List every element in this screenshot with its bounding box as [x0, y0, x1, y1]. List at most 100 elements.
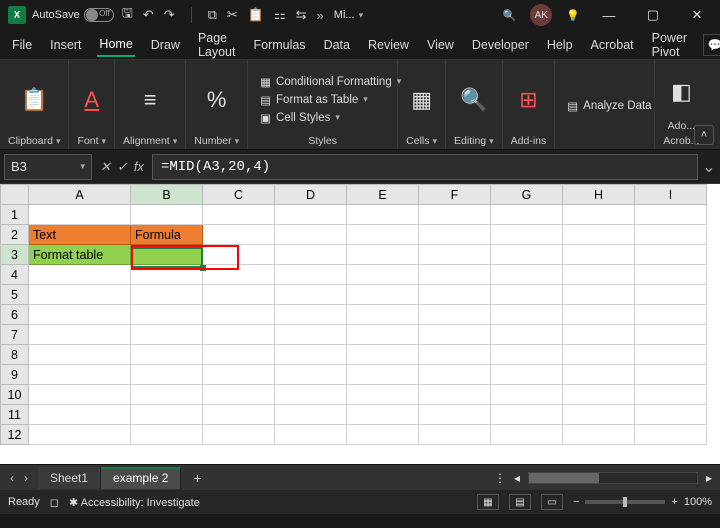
tab-view[interactable]: View — [425, 34, 456, 56]
zoom-level[interactable]: 100% — [684, 496, 712, 508]
normal-view-button[interactable]: ▦ — [477, 494, 499, 510]
paste-icon[interactable]: 📋 — [248, 7, 264, 23]
autosave-switch[interactable]: Off — [84, 8, 114, 22]
row-header[interactable]: 1 — [1, 205, 29, 225]
tab-draw[interactable]: Draw — [149, 34, 182, 56]
fx-icon[interactable]: fx — [134, 159, 144, 174]
col-header[interactable]: A — [29, 185, 131, 205]
select-all-corner[interactable] — [1, 185, 29, 205]
row-header[interactable]: 6 — [1, 305, 29, 325]
clipboard-icon[interactable]: 📋 — [21, 87, 48, 113]
col-header[interactable]: H — [563, 185, 635, 205]
more-icon[interactable]: ⇆ — [296, 7, 307, 23]
sort-icon[interactable]: ⚏ — [274, 7, 286, 23]
col-header[interactable]: I — [635, 185, 707, 205]
group-alignment: ≡ Alignment▾ — [115, 60, 186, 149]
search-icon[interactable]: 🔍 — [503, 9, 517, 22]
tabs-options-icon[interactable]: ⋮ — [494, 471, 506, 485]
tab-home[interactable]: Home — [97, 33, 134, 57]
col-header[interactable]: E — [347, 185, 419, 205]
col-header[interactable]: F — [419, 185, 491, 205]
ideas-icon[interactable]: 💡 — [566, 9, 580, 22]
tab-formulas[interactable]: Formulas — [251, 34, 307, 56]
cancel-formula-icon[interactable]: ✕ — [100, 159, 111, 175]
scroll-left-icon[interactable]: ◂ — [514, 471, 520, 485]
copy-icon[interactable]: ⧉ — [208, 7, 217, 23]
page-layout-view-button[interactable]: ▤ — [509, 494, 531, 510]
accessibility-status[interactable]: ✱ Accessibility: Investigate — [69, 496, 200, 509]
prev-sheet-button[interactable]: ‹ — [10, 471, 14, 485]
collapse-ribbon-button[interactable]: ˄ — [694, 125, 714, 145]
expand-formula-bar-icon[interactable]: ⌄ — [698, 157, 720, 177]
cell-B2[interactable]: Formula — [131, 225, 203, 245]
macro-record-icon[interactable]: ◻ — [50, 496, 59, 509]
cell-A2[interactable]: Text — [29, 225, 131, 245]
qat-overflow-icon[interactable]: » — [317, 8, 324, 23]
conditional-formatting-button[interactable]: ▦Conditional Formatting▾ — [260, 75, 385, 89]
row-header[interactable]: 3 — [1, 245, 29, 265]
cut-icon[interactable]: ✂ — [227, 7, 238, 23]
zoom-in-button[interactable]: + — [671, 496, 677, 508]
editing-icon[interactable]: 🔍 — [460, 87, 487, 113]
minimize-button[interactable]: — — [594, 8, 624, 23]
adobe-icon[interactable]: ◧ — [671, 79, 692, 105]
document-title[interactable]: Mi... ▾ — [334, 9, 363, 21]
tab-page-layout[interactable]: Page Layout — [196, 27, 238, 63]
tab-power-pivot[interactable]: Power Pivot — [650, 27, 689, 63]
format-as-table-button[interactable]: ▤Format as Table▾ — [260, 93, 385, 107]
row-header[interactable]: 10 — [1, 385, 29, 405]
formula-input[interactable]: =MID(A3,20,4) — [152, 154, 698, 180]
col-header[interactable]: G — [491, 185, 563, 205]
sheet-tab[interactable]: Sheet1 — [38, 467, 101, 489]
alignment-icon[interactable]: ≡ — [144, 87, 157, 113]
row-header[interactable]: 9 — [1, 365, 29, 385]
cell-B3[interactable] — [131, 245, 203, 265]
chevron-down-icon: ▾ — [359, 10, 364, 21]
autosave-toggle[interactable]: AutoSave Off — [32, 8, 114, 22]
analyze-data-button[interactable]: ▤Analyze Data — [567, 99, 642, 113]
sheet-tab[interactable]: example 2 — [101, 467, 181, 489]
undo-icon[interactable]: ↶ — [143, 7, 154, 23]
tab-data[interactable]: Data — [322, 34, 352, 56]
worksheet-area[interactable]: A B C D E F G H I 1 2 Text Formula 3 For… — [0, 184, 720, 464]
scroll-right-icon[interactable]: ▸ — [706, 471, 712, 485]
font-icon[interactable]: A — [84, 87, 99, 113]
page-break-view-button[interactable]: ▭ — [541, 494, 563, 510]
tab-developer[interactable]: Developer — [470, 34, 531, 56]
zoom-control[interactable]: − + 100% — [573, 496, 712, 508]
row-header[interactable]: 11 — [1, 405, 29, 425]
comments-button[interactable]: 💬 — [703, 34, 720, 56]
row-header[interactable]: 2 — [1, 225, 29, 245]
group-styles: ▦Conditional Formatting▾ ▤Format as Tabl… — [248, 60, 398, 149]
zoom-slider[interactable] — [585, 500, 665, 504]
name-box[interactable]: B3▾ — [4, 154, 92, 180]
col-header[interactable]: D — [275, 185, 347, 205]
cells-icon[interactable]: ▦ — [411, 87, 432, 113]
row-header[interactable]: 4 — [1, 265, 29, 285]
tab-review[interactable]: Review — [366, 34, 411, 56]
next-sheet-button[interactable]: › — [24, 471, 28, 485]
enter-formula-icon[interactable]: ✓ — [117, 159, 128, 175]
cell-A3[interactable]: Format table — [29, 245, 131, 265]
row-header[interactable]: 12 — [1, 425, 29, 445]
row-header[interactable]: 8 — [1, 345, 29, 365]
row-header[interactable]: 5 — [1, 285, 29, 305]
horizontal-scrollbar[interactable] — [528, 472, 698, 484]
new-sheet-button[interactable]: + — [181, 470, 213, 486]
number-icon[interactable]: % — [207, 87, 227, 113]
tab-file[interactable]: File — [10, 34, 34, 56]
redo-icon[interactable]: ↷ — [164, 7, 175, 23]
close-button[interactable]: ✕ — [682, 7, 712, 23]
tab-help[interactable]: Help — [545, 34, 575, 56]
col-header[interactable]: C — [203, 185, 275, 205]
maximize-button[interactable]: ▢ — [638, 7, 668, 23]
row-header[interactable]: 7 — [1, 325, 29, 345]
cell-styles-button[interactable]: ▣Cell Styles▾ — [260, 111, 385, 125]
col-header[interactable]: B — [131, 185, 203, 205]
save-icon[interactable]: 🖫 — [122, 4, 133, 26]
tab-insert[interactable]: Insert — [48, 34, 83, 56]
tab-acrobat[interactable]: Acrobat — [589, 34, 636, 56]
zoom-out-button[interactable]: − — [573, 496, 579, 508]
addins-icon[interactable]: ⊞ — [519, 87, 537, 113]
account-avatar[interactable]: AK — [530, 4, 552, 26]
